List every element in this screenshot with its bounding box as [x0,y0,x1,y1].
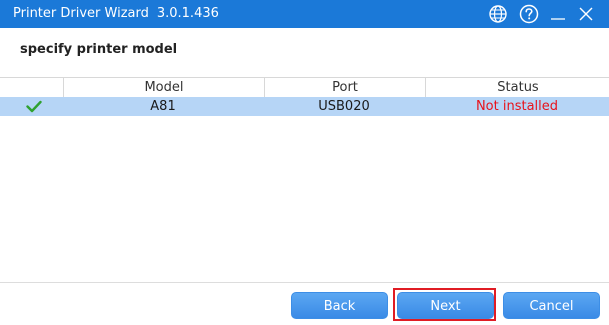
column-header-model: Model [63,78,264,97]
title-bar: Printer Driver Wizard 3.0.1.436 [0,0,609,28]
cell-port: USB020 [318,99,370,114]
checkmark-icon [26,100,42,113]
close-icon[interactable] [575,3,597,25]
table-header: Model Port Status [0,77,609,98]
table-row[interactable]: A81 USB020 Not installed [0,97,609,116]
column-header-port: Port [264,78,425,97]
app-version: 3.0.1.436 [156,6,219,21]
cell-model: A81 [150,99,176,114]
page-title: specify printer model [20,42,178,57]
app-title: Printer Driver Wizard [13,6,149,21]
cancel-button[interactable]: Cancel [503,292,600,319]
footer-divider [0,282,609,283]
globe-icon[interactable] [487,3,509,25]
help-icon[interactable] [518,3,540,25]
column-header-check [0,78,62,97]
cell-status: Not installed [475,99,559,114]
back-button[interactable]: Back [291,292,388,319]
column-header-status: Status [425,78,609,97]
next-button-highlight [393,288,496,321]
window-title: Printer Driver Wizard 3.0.1.436 [13,0,219,28]
row-checkbox[interactable] [0,97,62,116]
minimize-icon[interactable] [547,3,569,25]
